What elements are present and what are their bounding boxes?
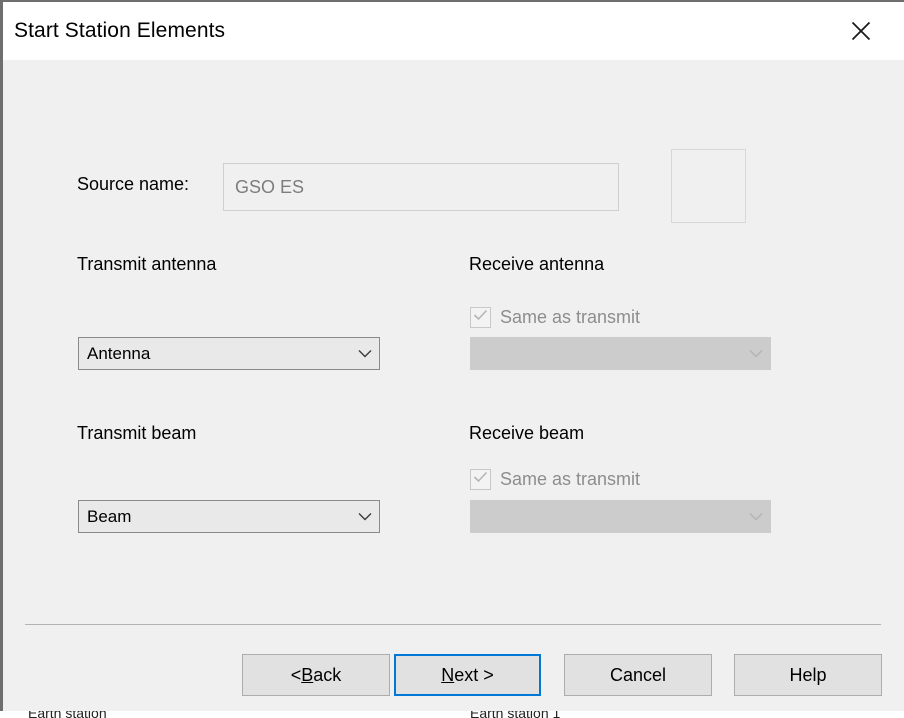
source-name-label: Source name: xyxy=(77,174,190,194)
back-button-rest: ack xyxy=(313,664,342,685)
receive-beam-same-as-transmit-checkbox[interactable]: Same as transmit xyxy=(470,467,640,491)
back-button-prefix: < xyxy=(290,664,302,685)
receive-antenna-same-as-transmit-label: Same as transmit xyxy=(500,306,641,327)
close-button[interactable] xyxy=(838,2,884,60)
receive-beam-same-as-transmit-label: Same as transmit xyxy=(500,468,641,489)
chevron-down-icon xyxy=(351,349,379,358)
chevron-down-icon xyxy=(742,512,770,521)
chevron-down-icon xyxy=(742,349,770,358)
help-button[interactable]: Help xyxy=(734,654,882,696)
receive-beam-combobox xyxy=(470,500,771,533)
dialog-title: Start Station Elements xyxy=(14,19,226,42)
next-button-accelerator: N xyxy=(441,664,455,685)
receive-antenna-same-as-transmit-checkbox[interactable]: Same as transmit xyxy=(470,305,640,329)
chevron-down-icon xyxy=(351,512,379,521)
start-station-elements-dialog: Start Station Elements Source name: Tran… xyxy=(0,0,904,711)
receive-antenna-combobox xyxy=(470,337,771,370)
cancel-button[interactable]: Cancel xyxy=(564,654,712,696)
receive-beam-heading: Receive beam xyxy=(469,423,585,443)
checkbox-box xyxy=(470,306,491,328)
source-preview-box xyxy=(671,149,746,223)
check-icon xyxy=(473,470,488,488)
checkbox-box xyxy=(470,468,491,490)
transmit-antenna-heading: Transmit antenna xyxy=(77,254,217,274)
next-button[interactable]: Next > xyxy=(394,654,541,696)
transmit-antenna-combobox[interactable]: Antenna xyxy=(78,337,380,370)
transmit-beam-combobox-value: Beam xyxy=(87,506,132,526)
dialog-titlebar: Start Station Elements xyxy=(3,2,904,60)
receive-antenna-heading: Receive antenna xyxy=(469,254,605,274)
transmit-beam-heading: Transmit beam xyxy=(77,423,197,443)
check-icon xyxy=(473,308,488,326)
next-button-rest: ext > xyxy=(454,664,494,685)
source-name-input[interactable] xyxy=(223,163,619,211)
transmit-antenna-combobox-value: Antenna xyxy=(87,343,151,363)
back-button[interactable]: < Back xyxy=(242,654,390,696)
transmit-beam-combobox[interactable]: Beam xyxy=(78,500,380,533)
footer-separator xyxy=(25,624,881,625)
dialog-content: Source name: Transmit antenna Antenna Re… xyxy=(3,60,904,711)
back-button-accelerator: B xyxy=(301,664,314,685)
close-icon xyxy=(850,20,872,42)
